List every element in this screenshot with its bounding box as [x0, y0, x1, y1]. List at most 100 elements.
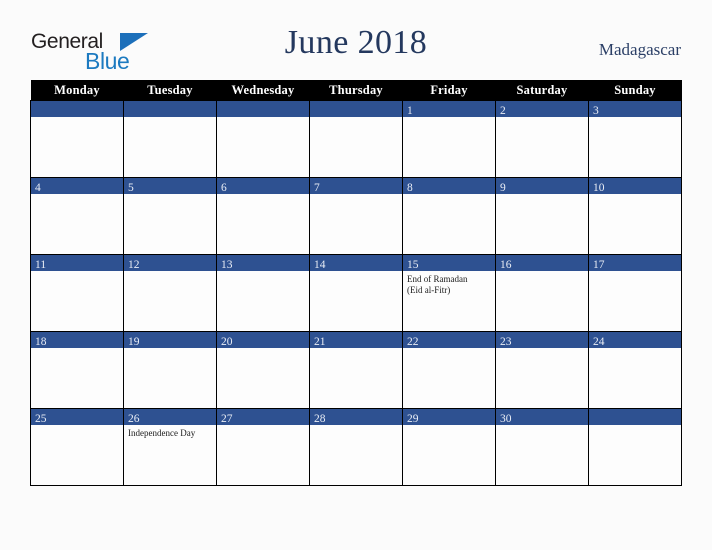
weekday-header-tuesday: Tuesday: [123, 80, 217, 101]
day-number: 18: [35, 336, 47, 348]
calendar-day-cell[interactable]: 27: [216, 408, 310, 486]
day-number: 10: [593, 182, 605, 194]
day-number: 8: [407, 182, 413, 194]
calendar-day-cell[interactable]: 19: [123, 331, 217, 409]
day-events: [310, 194, 402, 197]
day-cell-inner: 28: [310, 409, 402, 485]
calendar-day-cell[interactable]: 2: [495, 100, 589, 178]
day-events: [403, 194, 495, 197]
day-number-band: 2: [496, 101, 588, 117]
day-cell-inner: 26 Independence Day: [124, 409, 216, 485]
weekday-header-monday: Monday: [30, 80, 124, 101]
calendar-day-cell[interactable]: 6: [216, 177, 310, 255]
calendar-day-cell[interactable]: 30: [495, 408, 589, 486]
calendar-day-cell[interactable]: 26 Independence Day: [123, 408, 217, 486]
calendar-day-cell[interactable]: 20: [216, 331, 310, 409]
weekday-header-thursday: Thursday: [309, 80, 403, 101]
day-number-band: 9: [496, 178, 588, 194]
calendar-day-cell[interactable]: 3: [588, 100, 682, 178]
calendar-day-cell[interactable]: 15 End of Ramadan (Eid al-Fitr): [402, 254, 496, 332]
day-number: 25: [35, 413, 47, 425]
day-number: 17: [593, 259, 605, 271]
day-number-band: 7: [310, 178, 402, 194]
calendar-day-cell[interactable]: 9: [495, 177, 589, 255]
day-number: 5: [128, 182, 134, 194]
calendar-week-row: 1 2 3: [30, 100, 682, 178]
day-number: 19: [128, 336, 140, 348]
holiday-label: (Eid al-Fitr): [407, 285, 451, 295]
day-number: 9: [500, 182, 506, 194]
day-number-band: 12: [124, 255, 216, 271]
day-cell-inner: 27: [217, 409, 309, 485]
day-number-band: [124, 101, 216, 117]
weekday-header-saturday: Saturday: [495, 80, 589, 101]
day-number-band: 3: [589, 101, 681, 117]
day-events: [217, 117, 309, 120]
calendar-day-cell[interactable]: 4: [30, 177, 124, 255]
calendar-day-cell[interactable]: 29: [402, 408, 496, 486]
day-number: 13: [221, 259, 233, 271]
day-events: [217, 194, 309, 197]
day-number-band: 24: [589, 332, 681, 348]
weekday-header-friday: Friday: [402, 80, 496, 101]
calendar-day-cell[interactable]: 18: [30, 331, 124, 409]
day-events: [310, 117, 402, 120]
calendar-day-cell[interactable]: 11: [30, 254, 124, 332]
calendar-day-cell[interactable]: 25: [30, 408, 124, 486]
calendar-day-cell[interactable]: 12: [123, 254, 217, 332]
day-cell-inner: 23: [496, 332, 588, 408]
calendar-day-cell[interactable]: [216, 100, 310, 178]
calendar-day-cell[interactable]: 28: [309, 408, 403, 486]
holiday-label: Independence Day: [128, 428, 196, 438]
day-cell-inner: 20: [217, 332, 309, 408]
day-cell-inner: 11: [31, 255, 123, 331]
calendar-day-cell[interactable]: 10: [588, 177, 682, 255]
page-header: General Blue June 2018 Madagascar: [0, 0, 712, 80]
weekday-header-wednesday: Wednesday: [216, 80, 310, 101]
calendar-week-row: 25 26 Independence Day 27 28 29 30: [30, 408, 682, 486]
day-events: [496, 117, 588, 120]
calendar-day-cell[interactable]: 7: [309, 177, 403, 255]
day-cell-inner: 1: [403, 101, 495, 177]
day-cell-inner: [217, 101, 309, 177]
calendar-day-cell[interactable]: [123, 100, 217, 178]
calendar-day-cell[interactable]: 23: [495, 331, 589, 409]
calendar-day-cell[interactable]: 13: [216, 254, 310, 332]
day-cell-inner: 3: [589, 101, 681, 177]
day-cell-inner: 13: [217, 255, 309, 331]
calendar-day-cell[interactable]: 24: [588, 331, 682, 409]
calendar-day-cell[interactable]: 8: [402, 177, 496, 255]
day-cell-inner: 6: [217, 178, 309, 254]
day-cell-inner: 12: [124, 255, 216, 331]
calendar-day-cell[interactable]: 14: [309, 254, 403, 332]
day-events: [124, 194, 216, 197]
day-cell-inner: [589, 409, 681, 485]
calendar-body: 1 2 3 4 5 6 7 8 9 10 11 12 13 14 15 End of Ramadan (Eid …: [30, 100, 682, 486]
day-number-band: [310, 101, 402, 117]
calendar-page: General Blue June 2018 Madagascar Monday…: [0, 0, 712, 550]
day-cell-inner: 15 End of Ramadan (Eid al-Fitr): [403, 255, 495, 331]
calendar-day-cell[interactable]: 1: [402, 100, 496, 178]
day-number: 21: [314, 336, 326, 348]
calendar-day-cell[interactable]: 22: [402, 331, 496, 409]
day-cell-inner: [31, 101, 123, 177]
day-number-band: 26: [124, 409, 216, 425]
day-number: 14: [314, 259, 326, 271]
day-number-band: 23: [496, 332, 588, 348]
calendar-day-cell[interactable]: 17: [588, 254, 682, 332]
day-number-band: 11: [31, 255, 123, 271]
calendar-day-cell[interactable]: [30, 100, 124, 178]
day-events: [589, 425, 681, 428]
calendar-day-cell[interactable]: 16: [495, 254, 589, 332]
weekday-header-sunday: Sunday: [588, 80, 682, 101]
day-cell-inner: 7: [310, 178, 402, 254]
calendar-day-cell[interactable]: [588, 408, 682, 486]
day-number-band: [589, 409, 681, 425]
calendar-day-cell[interactable]: 21: [309, 331, 403, 409]
day-number-band: 5: [124, 178, 216, 194]
calendar-day-cell[interactable]: 5: [123, 177, 217, 255]
calendar-day-cell[interactable]: [309, 100, 403, 178]
day-cell-inner: 24: [589, 332, 681, 408]
day-number-band: 19: [124, 332, 216, 348]
day-number: 26: [128, 413, 140, 425]
